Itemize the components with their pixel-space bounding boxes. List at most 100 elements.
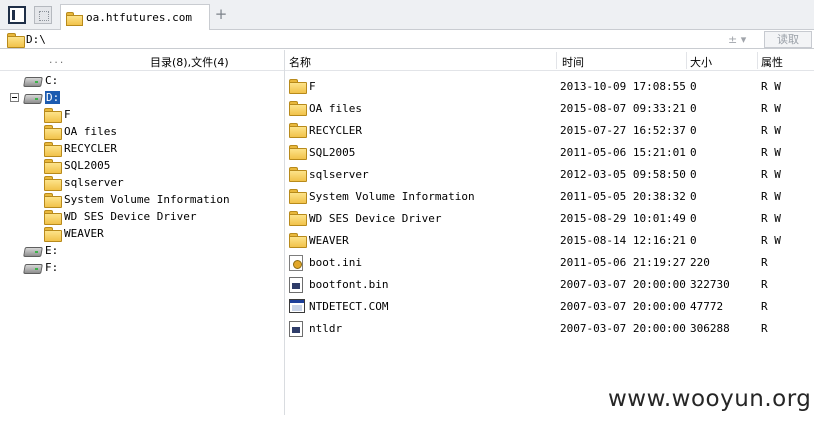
file-row[interactable]: WEAVER 2015-08-14 12:16:21 0 R W: [285, 230, 814, 252]
folder-icon: [289, 123, 307, 138]
file-name: WEAVER: [309, 234, 349, 247]
folder-icon: [66, 11, 83, 26]
folder-icon: [289, 167, 307, 182]
column-attr[interactable]: 属性: [761, 54, 783, 70]
folder-icon: [289, 145, 307, 160]
file-size: 0: [690, 80, 697, 93]
dir-file-count: 目录(8),文件(4): [150, 56, 229, 69]
file-time: 2011-05-06 15:21:01: [560, 146, 686, 159]
file-name: F: [309, 80, 316, 93]
directory-tree-pane: ... 目录(8),文件(4) C: D: F OA files RECYCLER SQL…: [0, 50, 284, 427]
file-row[interactable]: sqlserver 2012-03-05 09:58:50 0 R W: [285, 164, 814, 186]
folder-icon: [44, 227, 62, 242]
com-file-icon: [289, 299, 305, 313]
file-time: 2015-08-07 09:33:21: [560, 102, 686, 115]
file-time: 2015-08-29 10:01:49: [560, 212, 686, 225]
file-name: ntldr: [309, 322, 343, 335]
tree-drive-11[interactable]: F:: [24, 259, 58, 276]
file-list-header: 名称 时间 大小 属性: [285, 50, 814, 71]
column-size[interactable]: 大小: [690, 54, 712, 70]
file-row[interactable]: RECYCLER 2015-07-27 16:52:37 0 R W: [285, 120, 814, 142]
file-size: 322730: [690, 278, 730, 291]
drive-icon: [24, 262, 41, 273]
tab-title: oa.htfutures.com: [86, 11, 192, 24]
new-tab-button[interactable]: +: [214, 7, 228, 22]
tree-item-label: RECYCLER: [64, 142, 117, 155]
file-time: 2007-03-07 20:00:00: [560, 300, 686, 313]
watermark: www.wooyun.org: [608, 386, 812, 412]
tree-drive-10[interactable]: E:: [24, 242, 58, 259]
file-size: 0: [690, 234, 697, 247]
file-row[interactable]: F 2013-10-09 17:08:55 0 R W: [285, 76, 814, 98]
path-options-control[interactable]: ± ▾: [728, 32, 758, 47]
file-size: 0: [690, 124, 697, 137]
folder-icon: [7, 33, 25, 48]
tree-folder-6[interactable]: sqlserver: [44, 174, 124, 191]
tree-item-label: sqlserver: [64, 176, 124, 189]
folder-icon: [289, 211, 307, 226]
blank-tab-icon[interactable]: [34, 6, 52, 24]
file-attr: R: [761, 300, 768, 313]
tree-folder-3[interactable]: OA files: [44, 123, 117, 140]
folder-icon: [289, 79, 307, 94]
file-name: SQL2005: [309, 146, 356, 159]
folder-icon: [289, 233, 307, 248]
folder-icon: [44, 159, 62, 174]
tree-item-label: System Volume Information: [64, 193, 230, 206]
tree-folder-8[interactable]: WD SES Device Driver: [44, 208, 196, 225]
folder-icon: [289, 189, 307, 204]
file-time: 2015-07-27 16:52:37: [560, 124, 686, 137]
column-name[interactable]: 名称: [289, 54, 311, 70]
file-row[interactable]: NTDETECT.COM 2007-03-07 20:00:00 47772 R: [285, 296, 814, 318]
file-name: bootfont.bin: [309, 278, 389, 291]
tree-item-label: C:: [45, 74, 59, 87]
file-time: 2007-03-07 20:00:00: [560, 278, 686, 291]
column-time[interactable]: 时间: [562, 54, 584, 70]
path-input[interactable]: D:\: [26, 32, 726, 47]
folder-icon: [44, 193, 62, 208]
tab-site[interactable]: oa.htfutures.com: [60, 4, 210, 30]
tree-folder-2[interactable]: F: [44, 106, 71, 123]
tree-drive-1[interactable]: D:: [10, 89, 61, 106]
tree-item-label: SQL2005: [64, 159, 111, 172]
drive-icon: [24, 75, 41, 86]
file-size: 0: [690, 102, 697, 115]
file-size: 306288: [690, 322, 730, 335]
file-name: NTDETECT.COM: [309, 300, 389, 313]
file-row[interactable]: boot.ini 2011-05-06 21:19:27 220 R: [285, 252, 814, 274]
tree-header: ... 目录(8),文件(4): [0, 50, 284, 71]
panel-toggle-icon[interactable]: [8, 6, 26, 24]
tree-drive-0[interactable]: C:: [24, 72, 58, 89]
tab-bar: oa.htfutures.com +: [0, 0, 814, 30]
file-row[interactable]: bootfont.bin 2007-03-07 20:00:00 322730 R: [285, 274, 814, 296]
drive-icon: [24, 92, 41, 103]
tree-item-label: F:: [45, 261, 59, 274]
read-button[interactable]: 读取: [764, 31, 812, 48]
file-attr: R W: [761, 80, 781, 93]
tree-item-label: F: [64, 108, 71, 121]
file-row[interactable]: WD SES Device Driver 2015-08-29 10:01:49 0…: [285, 208, 814, 230]
file-time: 2007-03-07 20:00:00: [560, 322, 686, 335]
tree-folder-7[interactable]: System Volume Information: [44, 191, 230, 208]
file-row[interactable]: OA files 2015-08-07 09:33:21 0 R W: [285, 98, 814, 120]
file-attr: R W: [761, 212, 781, 225]
column-separator: [686, 52, 687, 69]
file-attr: R W: [761, 124, 781, 137]
collapse-icon[interactable]: [10, 93, 19, 102]
file-name: RECYCLER: [309, 124, 362, 137]
file-attr: R: [761, 322, 768, 335]
folder-icon: [44, 125, 62, 140]
file-row[interactable]: ntldr 2007-03-07 20:00:00 306288 R: [285, 318, 814, 340]
file-row[interactable]: SQL2005 2011-05-06 15:21:01 0 R W: [285, 142, 814, 164]
folder-icon: [44, 176, 62, 191]
tree-folder-4[interactable]: RECYCLER: [44, 140, 117, 157]
parent-dir-link[interactable]: ...: [48, 56, 64, 66]
file-time: 2011-05-06 21:19:27: [560, 256, 686, 269]
tree-item-label: OA files: [64, 125, 117, 138]
file-list-pane: 名称 时间 大小 属性 F 2013-10-09 17:08:55 0 R W OA f…: [285, 50, 814, 427]
tree-folder-9[interactable]: WEAVER: [44, 225, 104, 242]
column-separator: [556, 52, 557, 69]
tree-folder-5[interactable]: SQL2005: [44, 157, 110, 174]
file-row[interactable]: System Volume Information 2011-05-05 20:3…: [285, 186, 814, 208]
file-attr: R W: [761, 234, 781, 247]
